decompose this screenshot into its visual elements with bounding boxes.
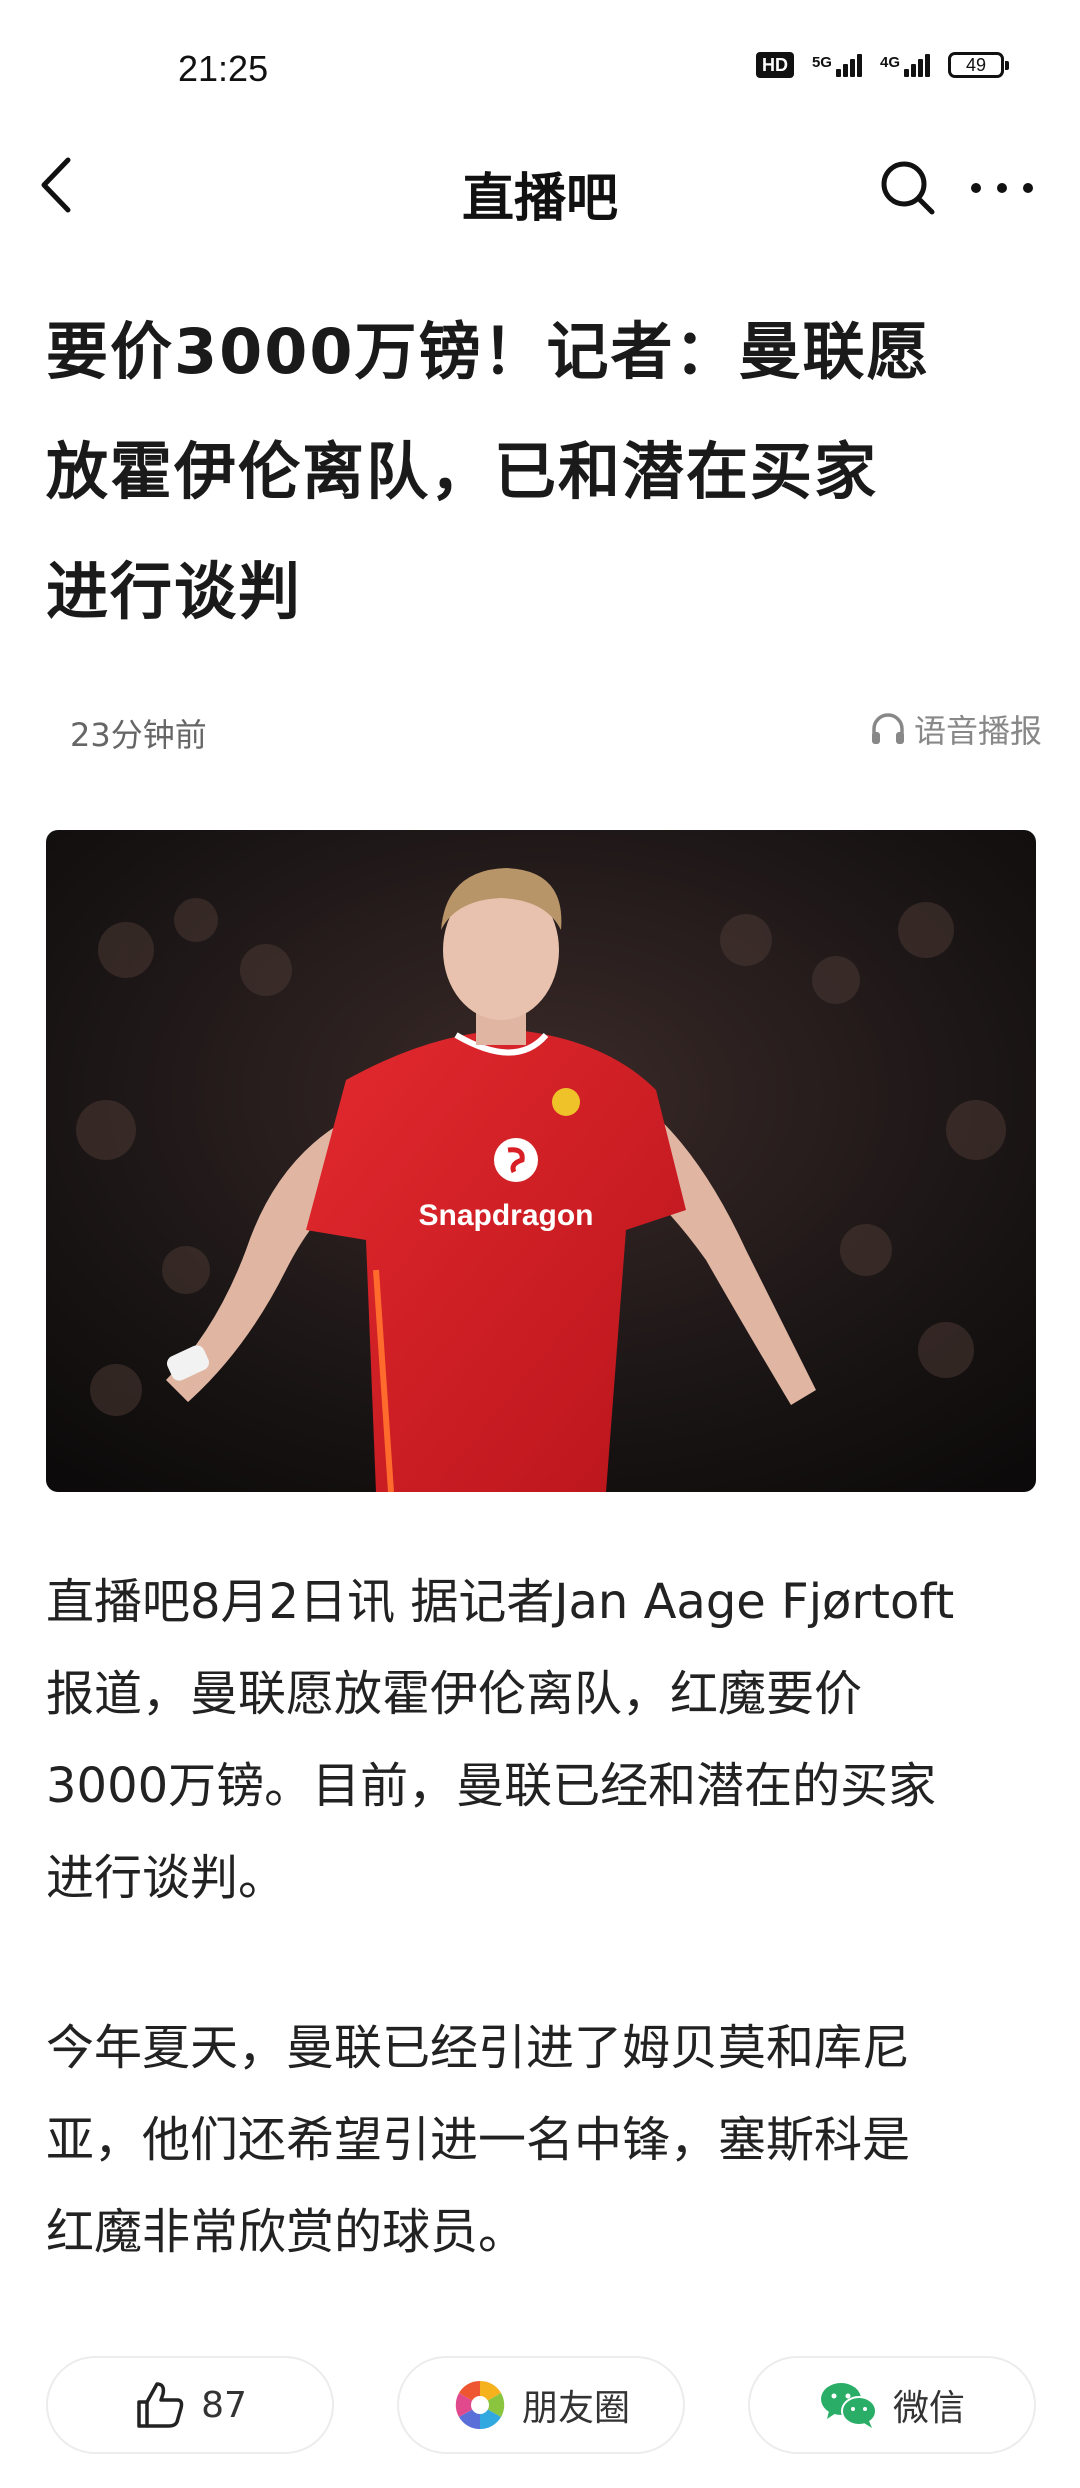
player-photo: Snapdragon [46,830,1036,1492]
paragraph-line: 报道，曼联愿放霍伊伦离队，红魔要价 [46,1666,863,1722]
wechat-icon [820,2383,877,2428]
article-photo: Snapdragon [46,830,1036,1492]
paragraph-line: 今年夏天，曼联已经引进了姆贝莫和库尼 [46,2020,911,2076]
more-dots-icon [971,183,1033,193]
battery-level: 49 [965,54,987,75]
paragraph-line: 红魔非常欣赏的球员。 [46,2204,527,2260]
headline-line: 进行谈判 [46,555,303,628]
paragraph-line: 亚，他们还希望引进一名中锋，塞斯科是 [46,2112,911,2168]
article-headline: 要价3000万镑！记者：曼联愿 放霍伊伦离队，已和潜在买家 进行谈判 [46,292,1036,652]
paragraph-line: 3000万镑。目前，曼联已经和潜在的买家 [46,1758,937,1814]
search-icon [881,161,935,215]
shirt-sponsor-text: Snapdragon [418,1199,593,1232]
share-action-bar: 87 朋友圈 微信 [46,2356,1036,2456]
share-moments-button[interactable]: 朋友圈 [397,2356,685,2454]
moments-label: 朋友圈 [521,2388,630,2429]
like-count: 87 [201,2384,247,2426]
headline-line: 放霍伊伦离队，已和潜在买家 [46,435,879,508]
moments-icon [453,2379,506,2431]
article-paragraph: 今年夏天，曼联已经引进了姆贝莫和库尼 亚，他们还希望引进一名中锋，塞斯科是 红魔… [46,2002,1046,2278]
article-paragraph: 直播吧8月2日讯 据记者Jan Aage Fjørtoft 报道，曼联愿放霍伊伦… [46,1556,1046,1924]
wechat-label: 微信 [892,2388,965,2429]
headline-line: 要价3000万镑！记者：曼联愿 [46,315,931,388]
paragraph-line: 直播吧8月2日讯 据记者Jan Aage Fjørtoft [46,1574,955,1630]
nav-bar: 直播吧 [0,130,1080,240]
paragraph-line: 进行谈判。 [46,1850,287,1906]
audio-broadcast-label: 语音播报 [913,712,1042,750]
status-bar: 21:25 HD 5G 4G 49 [0,0,1080,120]
audio-broadcast-button[interactable]: 语音播报 [868,706,1042,752]
signal-5g-icon: 5G [812,53,862,77]
status-time: 21:25 [178,48,269,89]
battery-icon: 49 [948,52,1009,78]
headphones-icon [871,713,904,744]
article-page: 21:25 HD 5G 4G 49 直播吧 要价3000万镑！记者：曼联愿 放霍… [0,0,1080,2488]
status-icons: HD 5G 4G 49 [755,52,1009,78]
search-button[interactable] [876,156,940,220]
share-wechat-button[interactable]: 微信 [748,2356,1036,2454]
hd-badge: HD [755,52,794,78]
more-button[interactable] [962,160,1042,216]
like-button[interactable]: 87 [46,2356,334,2454]
thumbs-up-icon [137,2382,184,2428]
signal-4g-icon: 4G [880,53,930,77]
published-time: 23分钟前 [70,716,207,754]
